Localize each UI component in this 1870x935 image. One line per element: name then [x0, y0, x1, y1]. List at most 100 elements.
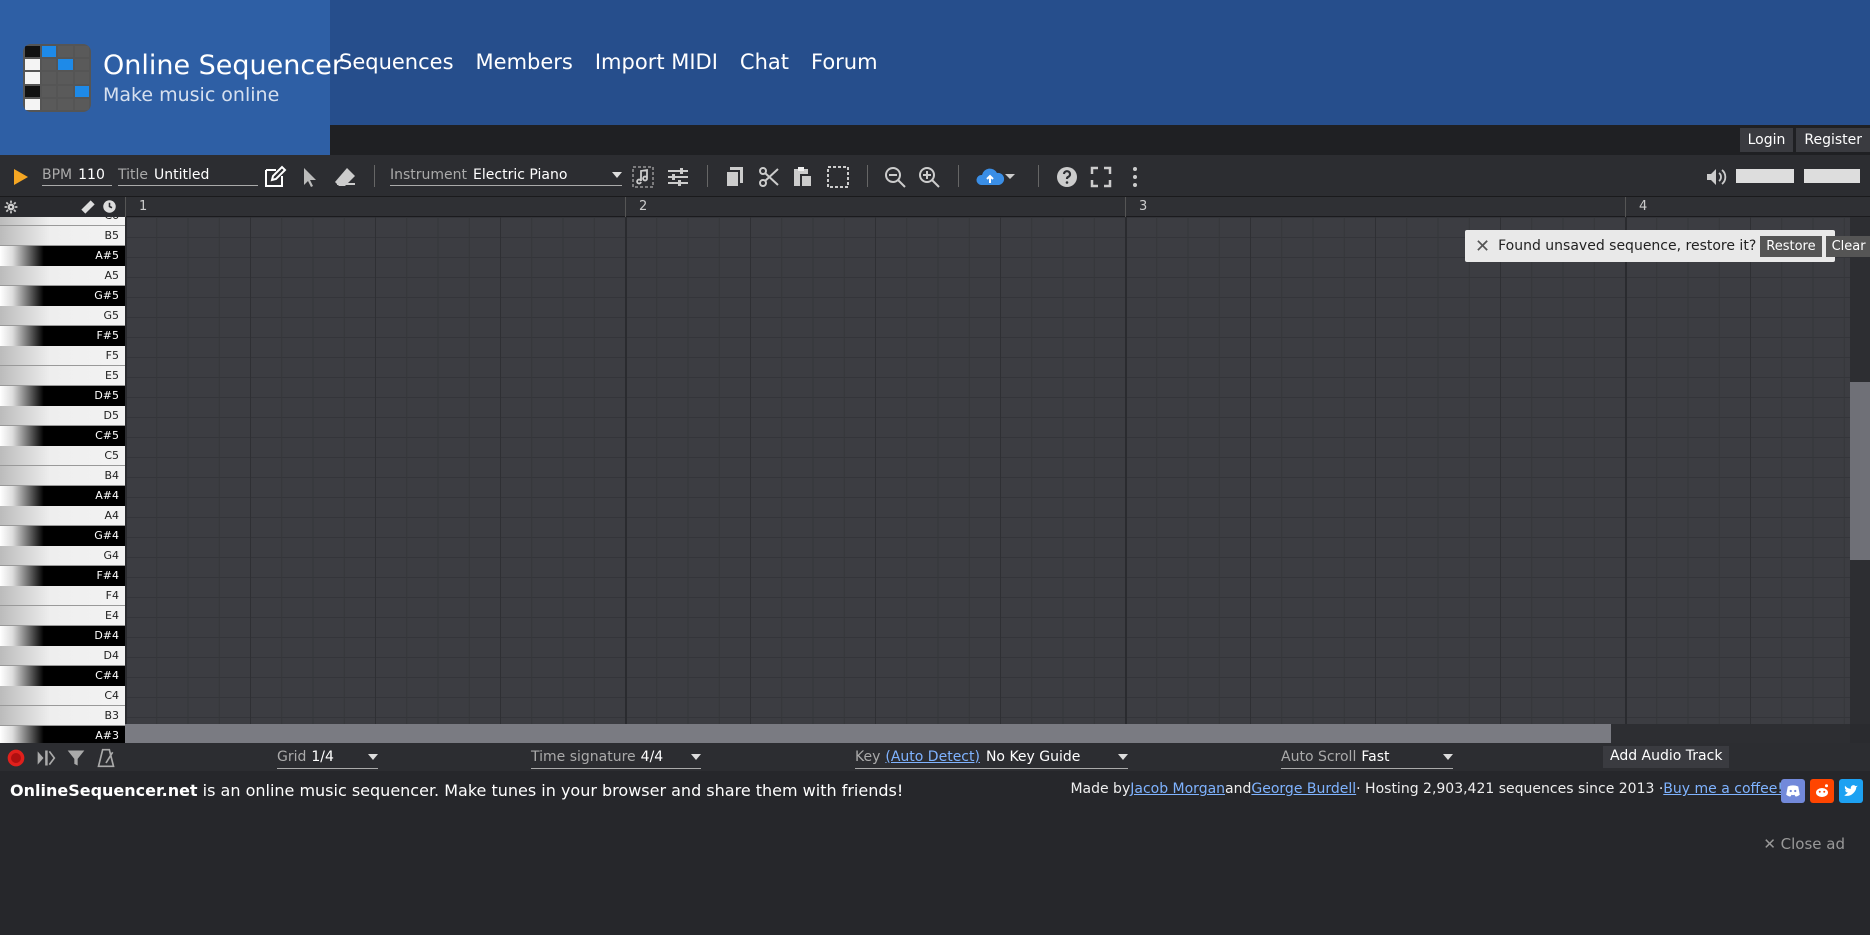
- piano-key[interactable]: D4: [0, 646, 125, 666]
- piano-key[interactable]: A5: [0, 266, 125, 286]
- pointer-icon[interactable]: [298, 165, 322, 189]
- piano-key[interactable]: D5: [0, 406, 125, 426]
- time-signature-select[interactable]: Time signature 4/4: [531, 747, 701, 769]
- key-label: Key: [855, 748, 881, 765]
- piano-key[interactable]: B5: [0, 226, 125, 246]
- vertical-scroll-thumb[interactable]: [1850, 382, 1870, 560]
- author-link-jacob[interactable]: Jacob Morgan: [1130, 781, 1225, 797]
- timeline-ruler[interactable]: 1 2 3 4: [125, 197, 1870, 217]
- gear-icon[interactable]: [4, 199, 20, 215]
- horizontal-scroll-thumb[interactable]: [125, 724, 1611, 743]
- metronome-icon[interactable]: [95, 747, 117, 769]
- piano-header: [0, 197, 125, 217]
- footer-credits: Made by Jacob Morgan and George Burdell …: [1070, 781, 1783, 797]
- grid-select[interactable]: Grid 1/4: [277, 747, 378, 769]
- piano-key[interactable]: G4: [0, 546, 125, 566]
- piano-key[interactable]: C4: [0, 686, 125, 706]
- piano-key[interactable]: B4: [0, 466, 125, 486]
- footer-description: OnlineSequencer.net is an online music s…: [10, 781, 903, 800]
- twitter-icon[interactable]: [1839, 779, 1863, 803]
- ruler-icon[interactable]: [80, 199, 96, 219]
- piano-key[interactable]: F#5: [0, 326, 125, 346]
- paste-icon[interactable]: [791, 165, 815, 189]
- restore-button[interactable]: Restore: [1760, 235, 1822, 257]
- hosting-text: · Hosting 2,903,421 sequences since 2013…: [1356, 781, 1664, 797]
- piano-key[interactable]: C6: [0, 217, 125, 226]
- volume-slider[interactable]: [1736, 169, 1794, 183]
- instrument-label: Instrument: [390, 166, 468, 183]
- title-value: Untitled: [154, 166, 210, 183]
- piano-key[interactable]: F#4: [0, 566, 125, 586]
- nav-import-midi[interactable]: Import MIDI: [595, 50, 718, 74]
- piano-key[interactable]: G#4: [0, 526, 125, 546]
- bpm-label: BPM: [42, 166, 73, 183]
- made-by-text: Made by: [1070, 781, 1131, 797]
- brand-block[interactable]: Online Sequencer Make music online: [0, 0, 343, 155]
- horizontal-scrollbar[interactable]: [125, 724, 1850, 743]
- discord-icon[interactable]: [1781, 779, 1805, 803]
- bpm-field[interactable]: BPM 110: [42, 167, 112, 186]
- clock-icon[interactable]: [102, 199, 117, 218]
- bar-number: 1: [139, 199, 148, 214]
- master-volume-slider[interactable]: [1804, 169, 1860, 183]
- pencil-icon[interactable]: [263, 165, 287, 189]
- vertical-scrollbar[interactable]: [1850, 217, 1870, 724]
- instrument-settings-icon[interactable]: [631, 165, 655, 189]
- piano-key[interactable]: B3: [0, 706, 125, 726]
- key-select[interactable]: Key (Auto Detect) No Key Guide: [855, 747, 1128, 769]
- auto-detect-link[interactable]: (Auto Detect): [885, 749, 980, 765]
- note-grid[interactable]: [125, 217, 1850, 724]
- piano-key[interactable]: F4: [0, 586, 125, 606]
- zoom-in-icon[interactable]: [917, 165, 941, 189]
- midi-input-icon[interactable]: [35, 747, 57, 769]
- fullscreen-icon[interactable]: [1089, 165, 1113, 189]
- record-icon[interactable]: [5, 747, 27, 769]
- piano-key[interactable]: G#5: [0, 286, 125, 306]
- nav-members[interactable]: Members: [476, 50, 573, 74]
- eraser-icon[interactable]: [333, 165, 357, 189]
- main-nav: Sequences Members Import MIDI Chat Forum: [339, 50, 878, 74]
- piano-keyboard: C6B5A#5A5G#5G5F#5F5E5D#5D5C#5C5B4A#4A4G#…: [0, 217, 125, 743]
- piano-key[interactable]: A#5: [0, 246, 125, 266]
- close-icon[interactable]: ✕: [1475, 236, 1490, 257]
- piano-key[interactable]: A#3: [0, 726, 125, 743]
- piano-key[interactable]: E4: [0, 606, 125, 626]
- scissors-icon[interactable]: [757, 165, 781, 189]
- coffee-link[interactable]: Buy me a coffee!: [1663, 781, 1783, 797]
- select-box-icon[interactable]: [826, 165, 850, 189]
- close-ad-button[interactable]: ✕ Close ad: [1763, 835, 1845, 853]
- piano-key[interactable]: C#4: [0, 666, 125, 686]
- author-link-george[interactable]: George Burdell: [1251, 781, 1356, 797]
- volume-icon[interactable]: [1704, 165, 1728, 189]
- play-icon[interactable]: [8, 165, 32, 189]
- login-button[interactable]: Login: [1739, 128, 1794, 152]
- piano-key[interactable]: A#4: [0, 486, 125, 506]
- instrument-select[interactable]: Instrument Electric Piano: [390, 167, 622, 186]
- more-menu-icon[interactable]: [1123, 165, 1147, 189]
- restore-message: Found unsaved sequence, restore it?: [1498, 238, 1757, 254]
- piano-key[interactable]: G5: [0, 306, 125, 326]
- instrument-value: Electric Piano: [473, 166, 568, 183]
- auto-scroll-select[interactable]: Auto Scroll Fast: [1281, 747, 1453, 769]
- piano-key[interactable]: F5: [0, 346, 125, 366]
- zoom-out-icon[interactable]: [883, 165, 907, 189]
- help-icon[interactable]: [1055, 165, 1079, 189]
- title-field[interactable]: Title Untitled: [118, 167, 258, 186]
- piano-key[interactable]: A4: [0, 506, 125, 526]
- nav-chat[interactable]: Chat: [740, 50, 789, 74]
- piano-key[interactable]: C#5: [0, 426, 125, 446]
- piano-key[interactable]: E5: [0, 366, 125, 386]
- reddit-icon[interactable]: [1810, 779, 1834, 803]
- copy-icon[interactable]: [723, 165, 747, 189]
- cloud-upload-icon[interactable]: [975, 165, 1019, 189]
- nav-sequences[interactable]: Sequences: [339, 50, 454, 74]
- register-button[interactable]: Register: [1796, 128, 1870, 152]
- piano-key[interactable]: C5: [0, 446, 125, 466]
- add-audio-track-button[interactable]: Add Audio Track: [1603, 746, 1730, 768]
- piano-key[interactable]: D#4: [0, 626, 125, 646]
- piano-key[interactable]: D#5: [0, 386, 125, 406]
- sliders-icon[interactable]: [666, 165, 690, 189]
- nav-forum[interactable]: Forum: [811, 50, 878, 74]
- clear-button[interactable]: Clear: [1825, 235, 1870, 257]
- filter-icon[interactable]: [65, 747, 87, 769]
